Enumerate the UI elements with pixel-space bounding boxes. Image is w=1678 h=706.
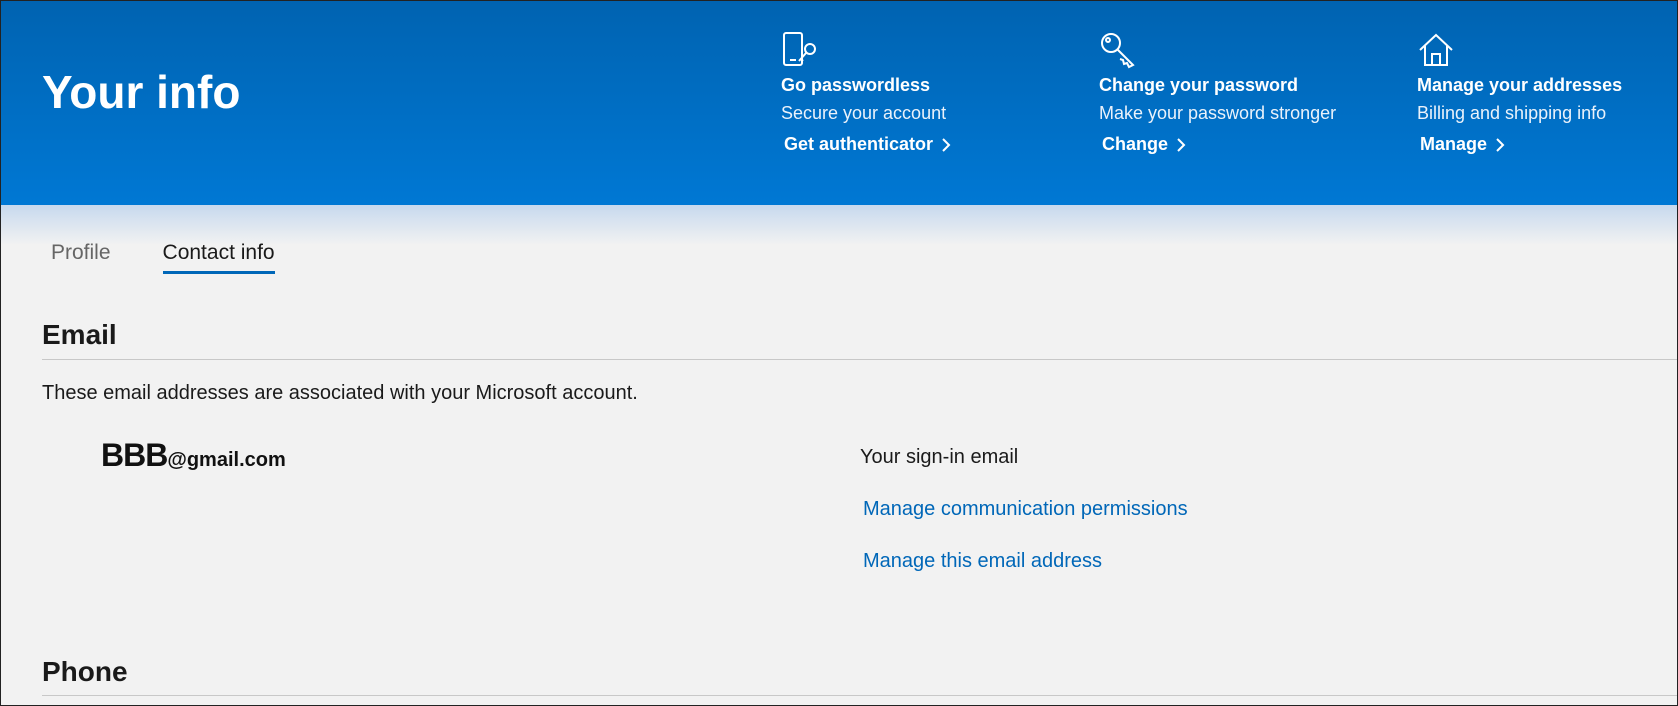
email-address: BBB @gmail.com (101, 437, 286, 474)
quick-action-link-label: Change (1102, 134, 1169, 154)
email-divider (42, 359, 1677, 360)
quick-action-subtitle: Billing and shipping info (1417, 103, 1607, 123)
email-description: These email addresses are associated wit… (42, 382, 638, 404)
key-icon (1101, 33, 1135, 69)
page-title: Your info (42, 66, 241, 118)
quick-action-title: Change your password (1099, 75, 1299, 95)
page-header: Your info Go passwordless Secure your ac… (1, 1, 1677, 205)
quick-action-title: Manage your addresses (1417, 75, 1623, 95)
quick-action-subtitle: Make your password stronger (1099, 103, 1337, 123)
tab-profile[interactable]: Profile (51, 241, 111, 274)
manage-email-address-link[interactable]: Manage this email address (863, 550, 1102, 573)
chevron-right-icon (1177, 137, 1186, 152)
app-window: Your info Go passwordless Secure your ac… (0, 0, 1678, 706)
email-redacted-part: BBB (101, 437, 168, 473)
house-icon (1419, 33, 1453, 66)
quick-action-title: Go passwordless (781, 75, 931, 95)
get-authenticator-link[interactable]: Get authenticator (784, 134, 951, 155)
quick-action-link-label: Get authenticator (784, 134, 934, 154)
quick-action-password: Change your password Make your password … (1099, 31, 1419, 155)
email-domain: @gmail.com (167, 449, 286, 471)
chevron-right-icon (1496, 137, 1505, 152)
quick-action-link-label: Manage (1420, 134, 1488, 154)
phone-divider (42, 695, 1677, 696)
chevron-right-icon (942, 137, 951, 152)
header-fade (1, 205, 1677, 245)
phone-key-icon (783, 32, 816, 66)
signin-email-label: Your sign-in email (860, 446, 1019, 468)
phone-section-title: Phone (42, 656, 128, 687)
quick-action-subtitle: Secure your account (781, 103, 947, 123)
quick-action-passwordless: Go passwordless Secure your account Get … (781, 31, 1101, 155)
manage-communication-permissions-link[interactable]: Manage communication permissions (863, 498, 1188, 521)
tab-bar: Profile Contact info (51, 241, 275, 274)
email-section-title: Email (42, 319, 117, 350)
manage-addresses-link[interactable]: Manage (1420, 134, 1505, 155)
quick-action-addresses: Manage your addresses Billing and shippi… (1417, 31, 1677, 155)
change-password-link[interactable]: Change (1102, 134, 1186, 155)
tab-contact-info[interactable]: Contact info (162, 241, 275, 274)
